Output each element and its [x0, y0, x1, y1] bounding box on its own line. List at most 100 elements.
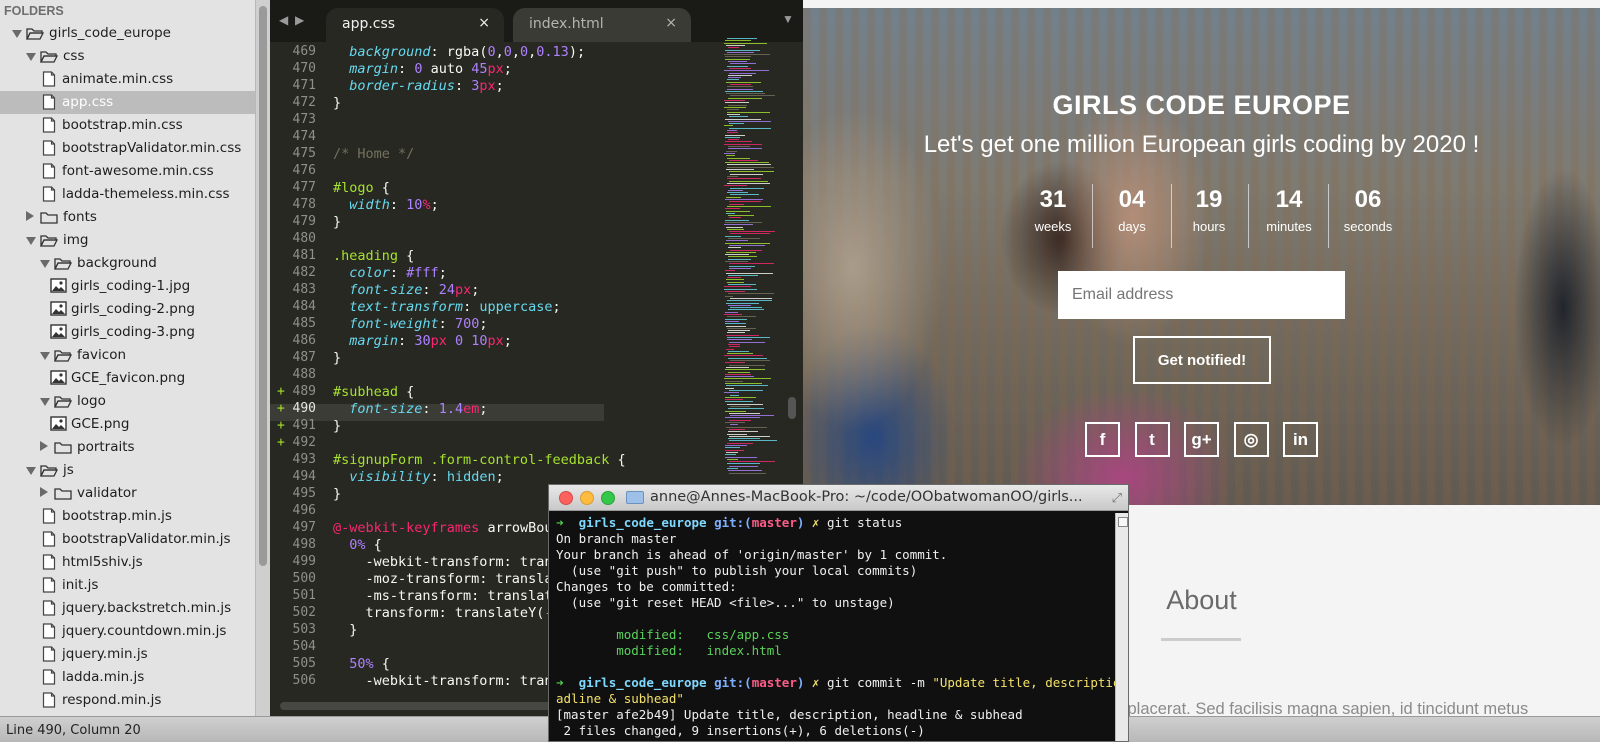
tree-item-label: jquery.countdown.min.js	[62, 623, 227, 639]
file-item[interactable]: init.js	[0, 574, 255, 597]
folder-item[interactable]: js	[0, 459, 255, 482]
disclosure-open-icon[interactable]	[26, 53, 36, 61]
code-line[interactable]: visibility: hidden;	[333, 469, 503, 485]
code-line[interactable]: margin: 30px 0 10px;	[333, 333, 512, 349]
line-number: +490	[277, 401, 316, 416]
file-item[interactable]: jquery.backstretch.min.js	[0, 597, 255, 620]
disclosure-open-icon[interactable]	[26, 467, 36, 475]
file-item[interactable]: ladda-themeless.min.css	[0, 183, 255, 206]
disclosure-closed-icon[interactable]	[26, 211, 34, 221]
code-line[interactable]: 0% {	[333, 537, 382, 553]
tree-item-label: animate.min.css	[62, 71, 174, 87]
code-line[interactable]: color: #fff;	[333, 265, 447, 281]
sidebar-scrollbar[interactable]	[259, 6, 267, 566]
facebook-icon[interactable]: f	[1085, 422, 1120, 457]
folder-item[interactable]: logo	[0, 390, 255, 413]
file-item[interactable]: font-awesome.min.css	[0, 160, 255, 183]
code-line[interactable]: }	[333, 214, 341, 230]
file-icon	[42, 508, 56, 528]
image-file-icon	[50, 416, 67, 435]
disclosure-open-icon[interactable]	[26, 237, 36, 245]
dribbble-icon[interactable]: ◎	[1233, 422, 1269, 457]
file-item[interactable]: html5shiv.js	[0, 551, 255, 574]
folder-item[interactable]: css	[0, 45, 255, 68]
fullscreen-icon[interactable]: ⤢	[1112, 490, 1122, 506]
folder-item[interactable]: validator	[0, 482, 255, 505]
file-item[interactable]: bootstrap.min.js	[0, 505, 255, 528]
disclosure-closed-icon[interactable]	[40, 487, 48, 497]
tab-prev-icon[interactable]: ◀	[279, 13, 288, 27]
line-number: +489	[277, 384, 316, 399]
file-item[interactable]: jquery.min.js	[0, 643, 255, 666]
file-item[interactable]: ladda.min.js	[0, 666, 255, 689]
tab-next-icon[interactable]: ▶	[295, 13, 304, 27]
file-item[interactable]: bootstrapValidator.min.js	[0, 528, 255, 551]
code-line[interactable]: .heading {	[333, 248, 414, 264]
folder-item[interactable]: favicon	[0, 344, 255, 367]
file-item[interactable]: GCE.png	[0, 413, 255, 436]
code-line[interactable]: border-radius: 3px;	[333, 78, 503, 94]
disclosure-open-icon[interactable]	[40, 352, 50, 360]
git-added-icon: +	[277, 418, 285, 433]
minimize-window-icon[interactable]	[580, 491, 594, 505]
terminal-window[interactable]: anne@Annes-MacBook-Pro: ~/code/OObatwoma…	[548, 484, 1129, 742]
file-item[interactable]: bootstrap.min.css	[0, 114, 255, 137]
tree-item-label: init.js	[62, 577, 99, 593]
zoom-window-icon[interactable]	[601, 491, 615, 505]
terminal-scrollbar[interactable]	[1115, 513, 1128, 741]
code-line[interactable]: background: rgba(0,0,0,0.13);	[333, 44, 585, 60]
code-line[interactable]: /* Home */	[333, 146, 414, 162]
folder-item[interactable]: girls_code_europe	[0, 22, 255, 45]
countdown-value: 04	[1118, 186, 1146, 213]
code-line[interactable]: 50% {	[333, 656, 390, 672]
code-line[interactable]: width: 10%;	[333, 197, 438, 213]
minimap[interactable]	[724, 38, 784, 478]
twitter-icon[interactable]: t	[1134, 422, 1170, 457]
file-item[interactable]: bootstrapValidator.min.css	[0, 137, 255, 160]
folder-item[interactable]: fonts	[0, 206, 255, 229]
code-line[interactable]: text-transform: uppercase;	[333, 299, 560, 315]
file-item[interactable]: respond.min.js	[0, 689, 255, 712]
linkedin-icon[interactable]: in	[1283, 422, 1318, 457]
line-number: 479	[292, 214, 316, 229]
folder-item[interactable]: portraits	[0, 436, 255, 459]
close-window-icon[interactable]	[559, 491, 573, 505]
disclosure-closed-icon[interactable]	[40, 441, 48, 451]
folder-item[interactable]: background	[0, 252, 255, 275]
code-line[interactable]: #logo {	[333, 180, 390, 196]
file-item[interactable]: jquery.countdown.min.js	[0, 620, 255, 643]
code-line[interactable]: }	[333, 418, 341, 434]
tab-index-html[interactable]: index.html ×	[513, 8, 691, 42]
disclosure-open-icon[interactable]	[40, 260, 50, 268]
editor-vertical-scrollbar[interactable]	[788, 397, 796, 419]
code-line[interactable]: }	[333, 486, 341, 502]
code-line[interactable]: font-size: 24px;	[333, 282, 479, 298]
code-line[interactable]: #subhead {	[333, 384, 414, 400]
file-item[interactable]: GCE_favicon.png	[0, 367, 255, 390]
tab-app-css[interactable]: app.css ×	[326, 8, 504, 42]
folder-item[interactable]: img	[0, 229, 255, 252]
file-item[interactable]: girls_coding-3.png	[0, 321, 255, 344]
code-line[interactable]: }	[333, 622, 357, 638]
terminal-titlebar[interactable]: anne@Annes-MacBook-Pro: ~/code/OObatwoma…	[549, 485, 1128, 511]
email-field[interactable]	[1058, 271, 1345, 319]
file-item[interactable]: girls_coding-1.jpg	[0, 275, 255, 298]
file-item[interactable]: animate.min.css	[0, 68, 255, 91]
code-line[interactable]: font-weight: 700;	[333, 316, 487, 332]
code-line[interactable]: }	[333, 350, 341, 366]
code-line[interactable]: margin: 0 auto 45px;	[333, 61, 512, 77]
line-number: 485	[292, 316, 316, 331]
close-icon[interactable]: ×	[478, 15, 490, 31]
google-plus-icon[interactable]: g+	[1184, 422, 1219, 457]
code-line[interactable]: #signupForm .form-control-feedback {	[333, 452, 626, 468]
file-item[interactable]: app.css	[0, 91, 255, 114]
disclosure-open-icon[interactable]	[40, 398, 50, 406]
get-notified-button[interactable]: Get notified!	[1133, 336, 1271, 384]
code-line[interactable]: font-size: 1.4em;	[333, 401, 487, 417]
code-line[interactable]: }	[333, 95, 341, 111]
tree-item-label: css	[63, 48, 85, 64]
file-item[interactable]: girls_coding-2.png	[0, 298, 255, 321]
disclosure-open-icon[interactable]	[12, 30, 22, 38]
close-icon[interactable]: ×	[665, 15, 677, 31]
tab-menu-icon[interactable]: ▼	[782, 12, 794, 26]
